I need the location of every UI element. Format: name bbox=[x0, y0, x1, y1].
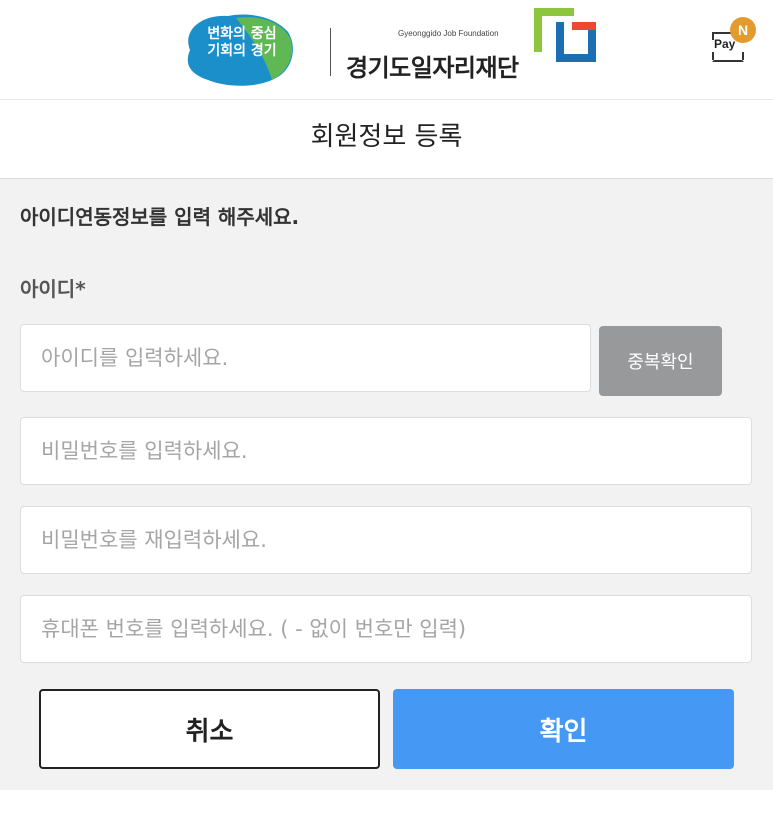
logo-divider bbox=[330, 28, 331, 76]
page-title: 회원정보 등록 bbox=[310, 122, 463, 152]
gyeonggi-job-foundation-logo[interactable]: 변화의 중심 기회의 경기 Gyeonggido Job Foundation … bbox=[170, 2, 600, 94]
id-input[interactable] bbox=[20, 324, 591, 392]
bottom-area bbox=[0, 790, 773, 832]
phone-input[interactable] bbox=[20, 595, 752, 663]
logo-english-name: Gyeonggido Job Foundation bbox=[398, 29, 499, 38]
cancel-button[interactable]: 취소 bbox=[39, 689, 380, 769]
g-mark-icon bbox=[534, 8, 596, 62]
duplicate-check-button[interactable]: 중복확인 bbox=[599, 326, 722, 396]
password-confirm-input[interactable] bbox=[20, 506, 752, 574]
logo-slogan-line1: 변화의 중심 bbox=[207, 26, 277, 42]
title-bar: 회원정보 등록 bbox=[0, 100, 773, 179]
logo-slogan-line2: 기회의 경기 bbox=[207, 43, 277, 59]
logo-korean-name: 경기도일자리재단 bbox=[346, 54, 519, 82]
app-header: 변화의 중심 기회의 경기 Gyeonggido Job Foundation … bbox=[0, 0, 773, 100]
id-label: 아이디* bbox=[20, 277, 86, 301]
registration-form: 아이디연동정보를 입력 해주세요. 아이디* 중복확인 취소 확인 bbox=[0, 179, 773, 790]
pay-badge: N bbox=[730, 17, 756, 43]
logo-slogan: 변화의 중심 기회의 경기 bbox=[194, 26, 290, 60]
confirm-button[interactable]: 확인 bbox=[393, 689, 734, 769]
password-input[interactable] bbox=[20, 417, 752, 485]
form-instruction: 아이디연동정보를 입력 해주세요. bbox=[20, 205, 300, 229]
naver-pay-button[interactable]: Pay N bbox=[709, 17, 759, 67]
pay-label: Pay bbox=[714, 37, 736, 51]
